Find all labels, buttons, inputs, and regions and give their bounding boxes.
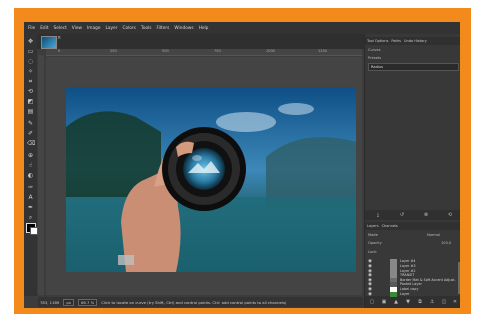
image-tabs: ×: [24, 34, 364, 49]
vertical-ruler: [38, 55, 44, 295]
ruler-tick: 750: [214, 49, 221, 53]
ruler-tick: 1250: [318, 49, 327, 53]
image-tab-thumbnail[interactable]: [41, 36, 57, 49]
lock-label: Lock:: [368, 250, 378, 254]
menu-view[interactable]: View: [72, 26, 82, 31]
image-canvas[interactable]: [66, 87, 356, 272]
move-tool-icon[interactable]: ✥: [27, 38, 34, 45]
ruler-tick: 1000: [266, 49, 275, 53]
ruler-tick: 500: [162, 49, 169, 53]
text-tool-icon[interactable]: A: [27, 194, 34, 201]
unit-select[interactable]: px: [63, 298, 74, 306]
layers-footer: ▢ ▣ ▲ ▼ ⧉ ⚓ ◫ ✕: [365, 296, 460, 308]
zoom-icon[interactable]: ⌕: [27, 214, 34, 221]
opacity-value[interactable]: 100.0: [441, 241, 451, 245]
clone-icon[interactable]: ⊕: [27, 152, 34, 159]
layer-name: Layer: [400, 291, 410, 296]
reset-icon[interactable]: ⟲: [447, 212, 453, 218]
transform-icon[interactable]: ⟲: [27, 88, 34, 95]
presets-label: Presets: [368, 56, 382, 60]
restore-icon[interactable]: ↺: [399, 212, 405, 218]
tool-options-buttons: ⤓ ↺ ⊗ ⟲: [365, 210, 460, 220]
menu-tools[interactable]: Tools: [141, 26, 152, 31]
tab-layers[interactable]: Layers: [367, 224, 379, 228]
mask-icon[interactable]: ◫: [441, 299, 447, 305]
layers-tabs: Layers Channels: [365, 222, 460, 230]
menu-filters[interactable]: Filters: [157, 26, 170, 31]
raise-layer-icon[interactable]: ▲: [393, 299, 399, 305]
mode-label: Mode: [368, 233, 378, 237]
save-preset-icon[interactable]: ⤓: [375, 212, 381, 218]
gimp-window: File Edit Select View Image Layer Colors…: [24, 22, 460, 308]
toolbox: ✥ ▭ ◌ ✧ ⌗ ⟲ ◩ ▤ ✎ ✐ ⌫ ⊕ ☝ ◐ ✑ A ✒ ⌕: [24, 34, 38, 296]
ruler-tick: 0: [58, 49, 61, 53]
menu-file[interactable]: File: [28, 26, 35, 31]
background-color-swatch[interactable]: [30, 227, 38, 235]
dodge-icon[interactable]: ◐: [27, 172, 34, 179]
layer-row[interactable]: ◉ Layer: [365, 291, 460, 297]
status-message: Click to locate on curve (try Shift, Ctr…: [101, 299, 287, 305]
mode-select[interactable]: Normal: [427, 233, 440, 237]
tab-undo-history[interactable]: Undo History: [404, 39, 427, 43]
menu-layer[interactable]: Layer: [105, 26, 117, 31]
brush-icon[interactable]: ✐: [27, 130, 34, 137]
ruler-tick: 250: [110, 49, 117, 53]
tool-options-tabs: Tool Options Paths Undo History: [365, 37, 460, 45]
smudge-icon[interactable]: ☝: [27, 162, 34, 169]
duplicate-layer-icon[interactable]: ⧉: [417, 299, 423, 305]
menu-image[interactable]: Image: [87, 26, 100, 31]
color-picker-icon[interactable]: ✒: [27, 204, 34, 211]
tab-channels[interactable]: Channels: [382, 224, 398, 228]
photo-lens-hand: [66, 87, 356, 272]
layer-thumbnail: [390, 291, 397, 297]
eraser-icon[interactable]: ⌫: [27, 140, 35, 147]
horizontal-ruler: 0 250 500 750 1000 1250: [46, 49, 362, 56]
crop-icon[interactable]: ⌗: [27, 78, 34, 85]
tab-tool-options[interactable]: Tool Options: [367, 39, 388, 43]
gradient-icon[interactable]: ▤: [27, 108, 34, 115]
menu-select[interactable]: Select: [54, 26, 67, 31]
new-group-icon[interactable]: ▣: [381, 299, 387, 305]
fuzzy-select-icon[interactable]: ✧: [27, 68, 34, 75]
eye-icon[interactable]: ◉: [368, 292, 373, 297]
new-layer-icon[interactable]: ▢: [369, 299, 375, 305]
presets-value: Radius: [371, 65, 384, 69]
coordinates-readout: 783, 1189: [40, 299, 60, 305]
menu-edit[interactable]: Edit: [40, 26, 48, 31]
status-bar: 783, 1189 px 66.7 % Click to locate on c…: [38, 297, 363, 307]
bucket-icon[interactable]: ◩: [27, 98, 34, 105]
opacity-label: Opacity: [368, 241, 382, 245]
zoom-select[interactable]: 66.7 %: [78, 298, 98, 306]
tab-paths[interactable]: Paths: [391, 39, 401, 43]
menu-windows[interactable]: Windows: [174, 26, 193, 31]
right-dock: Tool Options Paths Undo History Curves P…: [364, 34, 460, 308]
rect-select-icon[interactable]: ▭: [27, 48, 34, 55]
path-icon[interactable]: ✑: [27, 184, 34, 191]
menu-bar: File Edit Select View Image Layer Colors…: [24, 22, 460, 34]
close-icon[interactable]: ×: [57, 35, 61, 41]
menu-help[interactable]: Help: [199, 26, 209, 31]
delete-icon[interactable]: ⊗: [423, 212, 429, 218]
tool-options-title: Curves: [368, 48, 381, 52]
canvas-area[interactable]: [46, 57, 362, 295]
lasso-icon[interactable]: ◌: [27, 58, 34, 65]
anchor-layer-icon[interactable]: ⚓: [429, 299, 435, 305]
presets-field[interactable]: Radius: [368, 63, 459, 71]
menu-colors[interactable]: Colors: [122, 26, 135, 31]
pencil-icon[interactable]: ✎: [27, 120, 34, 127]
delete-layer-icon[interactable]: ✕: [452, 299, 458, 305]
lower-layer-icon[interactable]: ▼: [405, 299, 411, 305]
